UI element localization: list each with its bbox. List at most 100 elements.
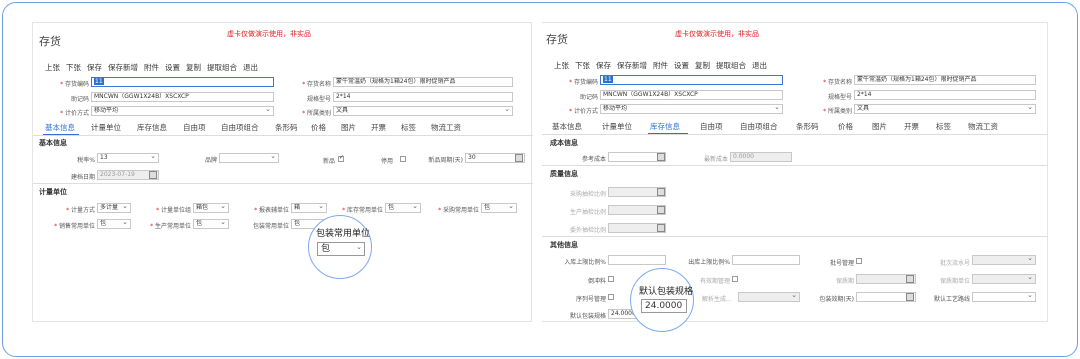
name-input[interactable]: 蒙牛常温奶（规格为1箱24包）限时促销产品 [333,77,513,87]
tab-unit[interactable]: 计量单位 [602,121,650,132]
next-button[interactable]: 下张 [575,61,590,70]
tab-stock[interactable]: 库存信息 [650,121,700,132]
spec-input[interactable]: 2*14 [854,90,1036,100]
route-label: 默认工艺路线 [933,296,970,303]
save-new-button[interactable]: 保存新增 [617,61,647,70]
code-input[interactable]: 11 [91,77,274,87]
unit-group-select[interactable]: 箱包 [193,203,229,213]
report-unit-select[interactable]: 箱 [291,203,327,213]
batch-checkbox[interactable] [856,258,862,264]
copy-button[interactable]: 复制 [186,63,201,72]
tab-barcode[interactable]: 条形码 [275,122,311,133]
prod-unit-select[interactable]: 包 [193,219,229,229]
calculator-icon [657,224,665,232]
mode-select[interactable]: 多计量 [97,203,131,213]
route-select[interactable] [972,292,1036,302]
tab-invoice[interactable]: 开票 [904,121,936,132]
tab-unit[interactable]: 计量单位 [91,122,137,133]
tab-logistics[interactable]: 物流工资 [968,121,1008,132]
out-limit-label: 出库上限比例% [688,259,730,266]
code-label: * 存货编码 [569,79,598,86]
tab-price[interactable]: 价格 [838,121,872,132]
cost-method-select[interactable]: 移动平均 [600,104,783,114]
cost-method-label: * 计价方式 [569,108,598,115]
attachment-button[interactable]: 附件 [653,61,668,70]
calculator-icon [906,275,914,283]
helper-label: 助记码 [70,96,89,103]
other-section-title: 其他信息 [550,241,578,249]
save-button[interactable]: 保存 [87,63,102,72]
outsource-check-label: 委外抽检比例 [569,227,606,234]
tab-price[interactable]: 价格 [311,122,341,133]
new-checkbox[interactable] [338,154,344,162]
exit-button[interactable]: 退出 [752,61,767,70]
tax-select[interactable]: 13 [97,153,159,163]
next-button[interactable]: 下张 [66,63,81,72]
code-input[interactable]: 11 [600,75,783,85]
stop-checkbox[interactable] [400,156,406,162]
tab-basic[interactable]: 基本信息 [45,122,91,133]
extract-combo-button[interactable]: 提取组合 [207,63,237,72]
calculator-icon[interactable] [657,153,665,161]
brand-select[interactable] [219,153,279,163]
calculator-icon [657,206,665,214]
category-label: * 所属类别 [823,108,852,115]
extract-combo-button[interactable]: 提取组合 [716,61,746,70]
cost-method-select[interactable]: 移动平均 [91,106,274,116]
tab-free-combo[interactable]: 自由项组合 [740,121,796,132]
spec-input[interactable]: 2*14 [333,92,513,102]
divider [542,165,1048,166]
tab-stock[interactable]: 库存信息 [137,122,183,133]
sale-unit-select[interactable]: 包 [97,219,131,229]
def-pack-label: 默认包装规格 [569,313,606,320]
brand-label: 品牌 [204,157,217,164]
helper-input[interactable]: MNCWN（GGW1X24B）XSCXCP [600,90,783,100]
save-new-button[interactable]: 保存新增 [108,63,138,72]
demo-warning: 虚卡仅做演示使用，非实品 [227,30,311,38]
prod-check-label: 生产抽检比例 [569,209,606,216]
settings-button[interactable]: 设置 [165,63,180,72]
callout-def-pack-input[interactable]: 24.0000 [641,299,687,313]
purchase-unit-select[interactable]: 包 [481,203,517,213]
new-label: 新品 [322,158,335,165]
calculator-icon[interactable] [515,154,523,162]
copy-button[interactable]: 复制 [695,61,710,70]
code-label: * 存货编码 [60,81,89,88]
prev-button[interactable]: 上张 [45,63,60,72]
helper-input[interactable]: MNCWN（GGW1X24B）XSCXCP [91,92,274,102]
toolbar: 上张 下张 保存 保存新增 附件 设置 复制 提取组合 退出 [45,62,264,73]
exit-button[interactable]: 退出 [243,63,258,72]
tab-logistics[interactable]: 物流工资 [431,122,471,133]
in-limit-input[interactable] [608,255,666,265]
tab-image[interactable]: 图片 [872,121,904,132]
tab-image[interactable]: 图片 [341,122,371,133]
basic-section-title: 基本信息 [39,139,67,147]
serial-checkbox[interactable] [608,294,614,300]
calendar-icon[interactable] [149,171,157,179]
tab-barcode[interactable]: 条形码 [796,121,838,132]
callout-pack-select[interactable]: 包 [317,241,365,256]
tab-free[interactable]: 自由项 [183,122,221,133]
tab-tag[interactable]: 标签 [936,121,968,132]
tab-basic[interactable]: 基本信息 [552,121,602,132]
right-panel: 虚卡仅做演示使用，非实品 存货 上张 下张 保存 保存新增 附件 设置 复制 提取组合 退出 *… [542,22,1048,322]
calculator-icon[interactable] [906,293,914,301]
tab-free[interactable]: 自由项 [700,121,740,132]
tab-invoice[interactable]: 开票 [371,122,401,133]
tab-free-combo[interactable]: 自由项组合 [221,122,275,133]
spec-label: 规格型号 [827,94,852,101]
tab-tag[interactable]: 标签 [401,122,431,133]
stock-unit-select[interactable]: 包 [385,203,421,213]
save-button[interactable]: 保存 [596,61,611,70]
prev-button[interactable]: 上张 [554,61,569,70]
backflush-checkbox[interactable] [608,276,614,282]
out-limit-input[interactable] [732,255,800,265]
attachment-button[interactable]: 附件 [144,63,159,72]
category-select[interactable]: 文具 [333,106,513,116]
name-input[interactable]: 蒙牛常温奶（规格为1箱24包）限时促销产品 [854,75,1036,85]
shelf-unit-label: 保质期单位 [939,278,970,285]
settings-button[interactable]: 设置 [674,61,689,70]
expiry-checkbox[interactable] [732,276,738,282]
unit-section-title: 计量单位 [39,188,67,196]
category-select[interactable]: 文具 [854,104,1036,114]
